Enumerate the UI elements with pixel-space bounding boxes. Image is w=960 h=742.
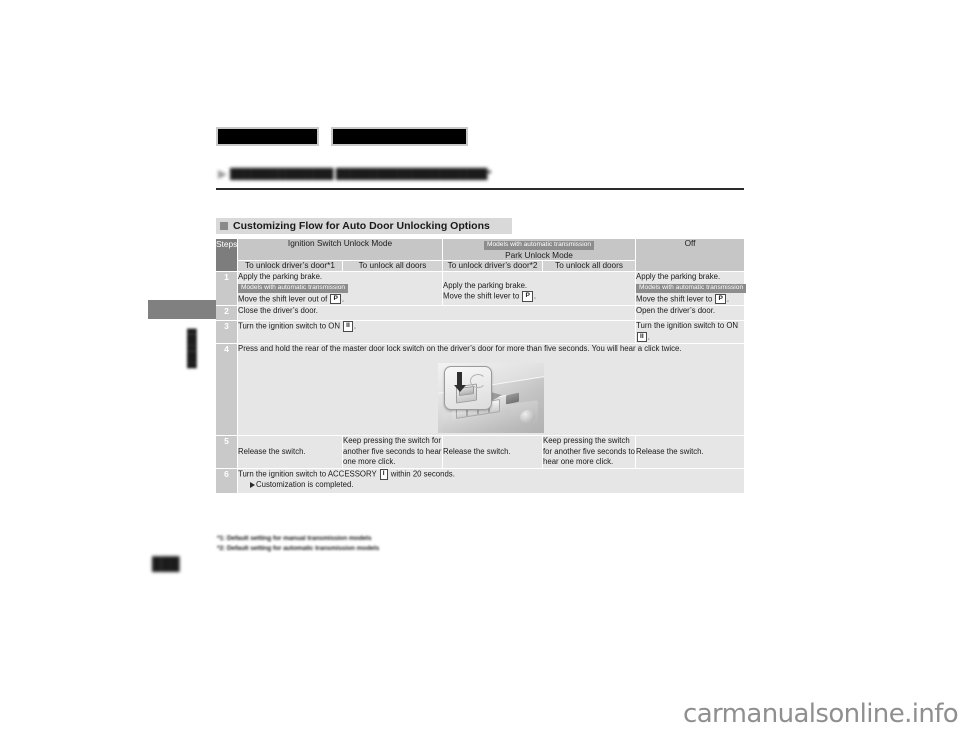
step1-ignition-line2-post: . bbox=[341, 294, 345, 304]
group-header-park-label: Park Unlock Mode bbox=[505, 249, 573, 260]
table-row: 3 Turn the ignition switch to ON II. Tur… bbox=[216, 320, 745, 344]
step1-off-line2: Move the shift lever to P. bbox=[636, 293, 744, 305]
group-header-park: Models with automatic transmission Park … bbox=[443, 239, 637, 262]
breadcrumb-arrow-icon bbox=[218, 170, 227, 179]
subheader-ignition-all-doors: To unlock all doors bbox=[343, 261, 444, 272]
step1-cell-off: Apply the parking brake. Models with aut… bbox=[636, 271, 747, 306]
group-header-ignition: Ignition Switch Unlock Mode bbox=[238, 238, 444, 262]
step-number: 2 bbox=[216, 305, 238, 321]
callout-magnifier bbox=[444, 365, 493, 410]
step6-result-line: Customization is completed. bbox=[238, 480, 744, 491]
table-row: 4 Press and hold the rear of the master … bbox=[216, 343, 745, 436]
ignition-position-ii-icon: II bbox=[343, 320, 353, 332]
site-watermark: carmanualsonline.info bbox=[683, 699, 959, 729]
table-row: 5 Release the switch. Keep pressing the … bbox=[216, 435, 745, 470]
table-row: 2 Close the driver’s door. Open the driv… bbox=[216, 305, 745, 321]
bullet-square-icon bbox=[220, 222, 228, 230]
step-number: 4 bbox=[216, 343, 238, 436]
result-arrow-icon bbox=[250, 482, 255, 489]
callout-ring-shape bbox=[470, 373, 487, 388]
step5-cell-ignition-all: Keep pressing the switch for another fiv… bbox=[343, 435, 444, 470]
customizing-flow-table: Steps Ignition Switch Unlock Mode Models… bbox=[216, 238, 747, 494]
ignition-position-i-icon: I bbox=[379, 469, 388, 480]
step3-main-pre: Turn the ignition switch to ON bbox=[238, 321, 343, 331]
step2-cell-off: Open the driver’s door. bbox=[636, 305, 745, 321]
group-header-off-label: Off bbox=[684, 238, 696, 248]
chapter-tab bbox=[148, 300, 216, 319]
step5-cell-ignition-driver: Release the switch. bbox=[238, 435, 343, 470]
step5-cell-park-all: Keep pressing the switch for another fiv… bbox=[543, 435, 637, 470]
table-head: Steps Ignition Switch Unlock Mode Models… bbox=[216, 238, 745, 272]
step3-cell-main: Turn the ignition switch to ON II. bbox=[238, 320, 637, 344]
step5-cell-park-driver: Release the switch. bbox=[443, 435, 544, 470]
step2-cell-main: Close the driver’s door. bbox=[238, 305, 637, 321]
header-box-right bbox=[331, 127, 468, 146]
breadcrumb-text: ███████████████ ██████████████████████* bbox=[230, 169, 492, 180]
step3-cell-off: Turn the ignition switch to ON II. bbox=[636, 320, 745, 344]
group-header-ignition-label: Ignition Switch Unlock Mode bbox=[287, 238, 393, 248]
press-down-arrow-icon bbox=[453, 371, 466, 392]
step6-line1-post: within 20 seconds. bbox=[388, 469, 455, 479]
shift-position-p-icon: P bbox=[522, 291, 533, 302]
footnote-1: *1: Default setting for manual transmiss… bbox=[217, 535, 372, 542]
subheader-ignition-driver-door: To unlock driver’s door*1 bbox=[238, 261, 343, 272]
step1-cell-park: Apply the parking brake. Move the shift … bbox=[443, 271, 637, 306]
step-number: 6 bbox=[216, 469, 238, 494]
footnote-2: *2: Default setting for automatic transm… bbox=[217, 544, 380, 552]
step4-cell-main: Press and hold the rear of the master do… bbox=[238, 343, 745, 436]
manual-page: ███████████████ ██████████████████████* … bbox=[0, 0, 960, 742]
step1-park-line2-post: . bbox=[533, 291, 537, 301]
step1-off-line2-post: . bbox=[726, 294, 730, 304]
header-rule bbox=[216, 188, 744, 190]
door-lock-switch-illustration-wrap bbox=[238, 355, 744, 433]
section-title-text: Customizing Flow for Auto Door Unlocking… bbox=[233, 220, 490, 232]
door-lock-switch-photo bbox=[438, 362, 545, 433]
ignition-position-ii-icon: II bbox=[637, 331, 647, 343]
step1-ignition-line2-pre: Move the shift lever out of bbox=[238, 294, 330, 304]
steps-header: Steps bbox=[216, 239, 238, 272]
subheader-park-driver-door: To unlock driver’s door*2 bbox=[443, 261, 544, 272]
table-body: 1 Apply the parking brake. Models with a… bbox=[216, 271, 747, 494]
step3-main-post: . bbox=[353, 321, 356, 331]
step-number: 5 bbox=[216, 435, 238, 470]
step4-instruction-text: Press and hold the rear of the master do… bbox=[238, 343, 682, 353]
step3-off-post: . bbox=[647, 332, 650, 342]
step-number: 1 bbox=[216, 271, 238, 306]
step1-cell-ignition: Apply the parking brake. Models with aut… bbox=[238, 271, 444, 306]
group-header-off: Off bbox=[636, 238, 745, 272]
table-head-row-groups: Steps Ignition Switch Unlock Mode Models… bbox=[216, 238, 745, 272]
section-title-bar: Customizing Flow for Auto Door Unlocking… bbox=[216, 218, 512, 234]
table-row: 1 Apply the parking brake. Models with a… bbox=[216, 271, 747, 306]
group-header-park-badge: Models with automatic transmission bbox=[483, 241, 595, 250]
step1-off-line2-pre: Move the shift lever to bbox=[636, 294, 715, 304]
subheader-park-all-doors: To unlock all doors bbox=[543, 261, 637, 272]
shift-position-p-icon: P bbox=[330, 293, 341, 305]
table-row: 6 Turn the ignition switch to ACCESSORY … bbox=[216, 469, 745, 494]
breadcrumb: ███████████████ ██████████████████████* bbox=[218, 168, 603, 181]
step6-line1: Turn the ignition switch to ACCESSORY I … bbox=[238, 469, 744, 480]
page-number: ███ bbox=[152, 556, 180, 571]
step1-off-badge: Models with automatic transmission bbox=[636, 284, 747, 293]
step1-ignition-badge: Models with automatic transmission bbox=[238, 284, 349, 293]
step1-park-line2: Move the shift lever to P. bbox=[443, 291, 635, 302]
step1-ignition-line2: Move the shift lever out of P. bbox=[238, 293, 442, 305]
step1-park-line1: Apply the parking brake. bbox=[443, 280, 528, 290]
step1-park-line2-pre: Move the shift lever to bbox=[443, 291, 522, 301]
step1-off-line1: Apply the parking brake. bbox=[636, 271, 721, 281]
step6-result-text: Customization is completed. bbox=[256, 480, 354, 490]
step-number: 3 bbox=[216, 320, 238, 344]
step1-ignition-line1: Apply the parking brake. bbox=[238, 271, 323, 281]
step3-off-pre: Turn the ignition switch to ON bbox=[636, 320, 739, 330]
footnotes: *1: Default setting for manual transmiss… bbox=[217, 534, 547, 554]
step5-cell-off: Release the switch. bbox=[636, 435, 745, 470]
chapter-tab-label-text: ███████ bbox=[187, 328, 197, 368]
header-box-left bbox=[216, 127, 319, 146]
shift-position-p-icon: P bbox=[715, 293, 726, 305]
step6-cell-main: Turn the ignition switch to ACCESSORY I … bbox=[238, 469, 745, 494]
chapter-tab-label: ███████ bbox=[186, 326, 198, 370]
step6-line1-pre: Turn the ignition switch to ACCESSORY bbox=[238, 469, 379, 479]
